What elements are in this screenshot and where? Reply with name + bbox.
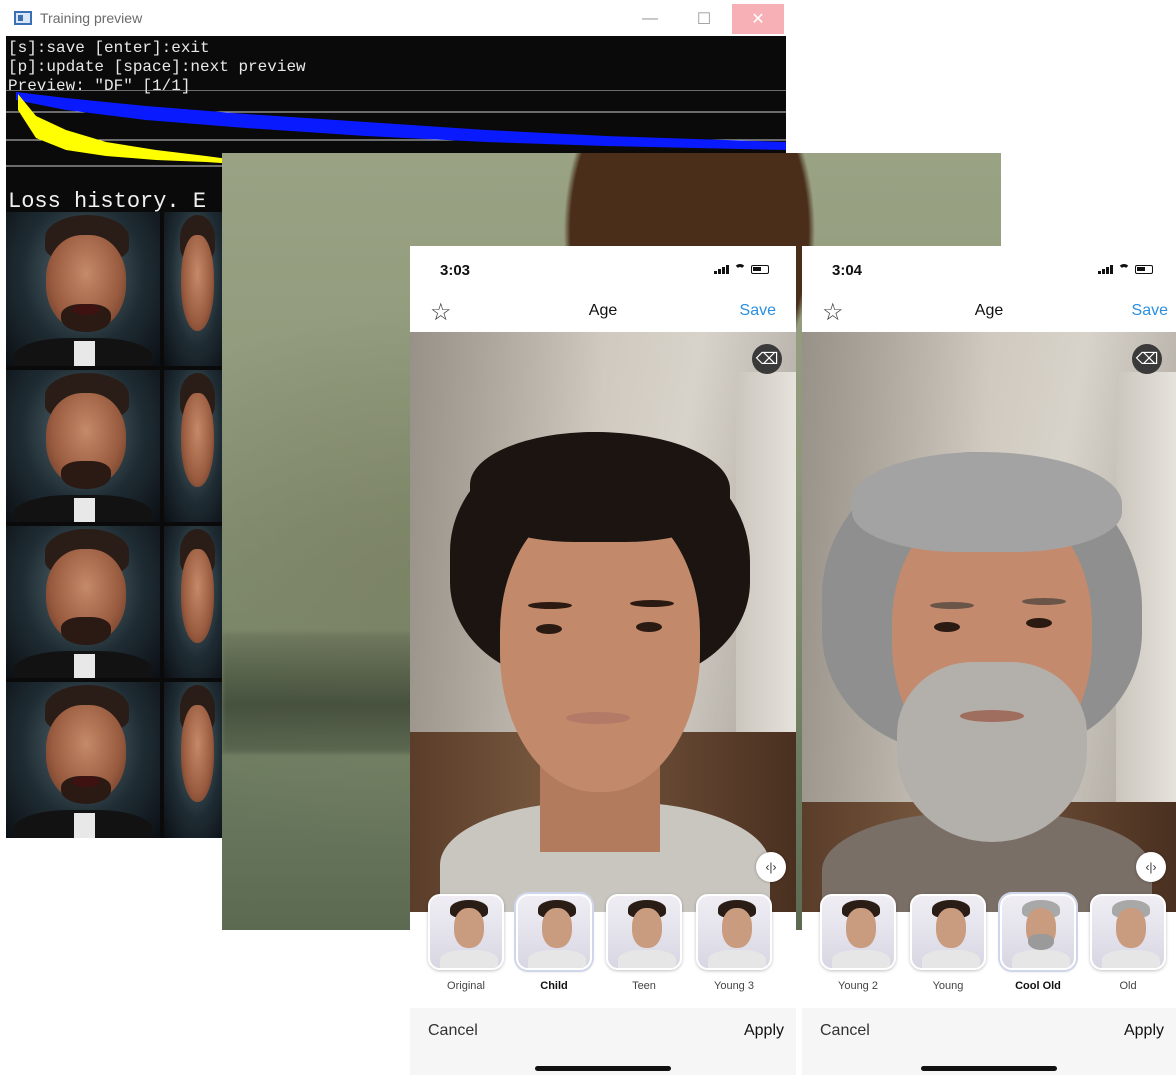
filter-label: Cool Old [1015, 980, 1061, 992]
preview-face [164, 682, 228, 838]
bottom-bar: Cancel Apply [410, 1008, 796, 1075]
filter-original[interactable]: Original [428, 894, 504, 992]
nav-title: Age [974, 302, 1004, 319]
status-icons [1098, 264, 1153, 274]
nav-bar: ☆ Age Save [410, 294, 796, 330]
eraser-icon[interactable]: ⌫ [752, 344, 782, 374]
status-icons [714, 264, 769, 274]
preview-face [6, 212, 160, 366]
filter-label: Child [540, 980, 568, 992]
filter-thumbnail[interactable] [1090, 894, 1166, 970]
wifi-icon [734, 264, 746, 274]
split-compare-icon[interactable]: ‹|› [1136, 852, 1166, 882]
cancel-button[interactable]: Cancel [820, 1022, 870, 1040]
photo-preview: ⌫ ‹|› [802, 332, 1176, 912]
loss-series-blue [16, 92, 786, 150]
home-indicator[interactable] [535, 1066, 671, 1071]
apply-button[interactable]: Apply [744, 1022, 784, 1040]
battery-icon [751, 265, 769, 274]
status-time: 3:04 [832, 262, 863, 279]
filter-label: Original [447, 980, 485, 992]
filter-thumbnail[interactable] [516, 894, 592, 970]
filter-thumbnail[interactable] [1000, 894, 1076, 970]
split-compare-icon[interactable]: ‹|› [756, 852, 786, 882]
preview-face [164, 212, 228, 366]
apply-button[interactable]: Apply [1124, 1022, 1164, 1040]
console-line: [p]:update [space]:next preview [8, 58, 306, 76]
preview-face [164, 370, 228, 522]
battery-icon [1135, 265, 1153, 274]
filter-label: Young 3 [714, 980, 754, 992]
filter-label: Teen [632, 980, 656, 992]
filter-young-2[interactable]: Young 2 [820, 894, 896, 992]
status-time: 3:03 [440, 262, 471, 279]
bottom-bar: Cancel Apply [802, 1008, 1176, 1075]
preview-face [6, 526, 160, 678]
maximize-button[interactable]: ☐ [678, 4, 730, 34]
filter-thumbnail[interactable] [696, 894, 772, 970]
filter-young-3[interactable]: Young 3 [696, 894, 772, 992]
close-button[interactable]: ✕ [732, 4, 784, 34]
save-button[interactable]: Save [740, 302, 776, 320]
filter-thumbnail[interactable] [606, 894, 682, 970]
age-filter-strip: Original Child Teen Young 3 [410, 894, 796, 998]
wifi-icon [1118, 264, 1130, 274]
cancel-button[interactable]: Cancel [428, 1022, 478, 1040]
filter-young[interactable]: Young [910, 894, 986, 992]
signal-icon [1098, 265, 1113, 274]
phone-screen-left: 3:03 ☆ Age Save ⌫ ‹|› Original Child Tee… [410, 246, 796, 1075]
nav-title: Age [588, 302, 618, 319]
title-bar[interactable]: Training preview — ☐ ✕ [6, 0, 786, 36]
signal-icon [714, 265, 729, 274]
app-icon [14, 11, 32, 25]
save-button[interactable]: Save [1132, 302, 1168, 320]
filter-teen[interactable]: Teen [606, 894, 682, 992]
window-title: Training preview [40, 10, 143, 26]
filter-thumbnail[interactable] [910, 894, 986, 970]
filter-old[interactable]: Old [1090, 894, 1166, 992]
photo-preview: ⌫ ‹|› [410, 332, 796, 912]
nav-bar: ☆ Age Save [802, 294, 1176, 330]
preview-face [6, 682, 160, 838]
minimize-button[interactable]: — [624, 4, 676, 34]
filter-child[interactable]: Child [516, 894, 592, 992]
filter-thumbnail[interactable] [820, 894, 896, 970]
filter-cool-old[interactable]: Cool Old [1000, 894, 1076, 992]
phone-screen-right: 3:04 ☆ Age Save ⌫ ‹|› Young 2 Young Cool… [802, 246, 1176, 1075]
eraser-icon[interactable]: ⌫ [1132, 344, 1162, 374]
filter-thumbnail[interactable] [428, 894, 504, 970]
filter-label: Young [932, 980, 964, 992]
home-indicator[interactable] [921, 1066, 1057, 1071]
filter-label: Old [1119, 980, 1137, 992]
preview-face [164, 526, 228, 678]
console-line: [s]:save [enter]:exit [8, 39, 210, 57]
loss-history-label: Loss history. E [8, 189, 207, 214]
age-filter-strip: Young 2 Young Cool Old Old [802, 894, 1176, 998]
preview-face [6, 370, 160, 522]
filter-label: Young 2 [838, 980, 878, 992]
painting-trees [222, 633, 422, 753]
